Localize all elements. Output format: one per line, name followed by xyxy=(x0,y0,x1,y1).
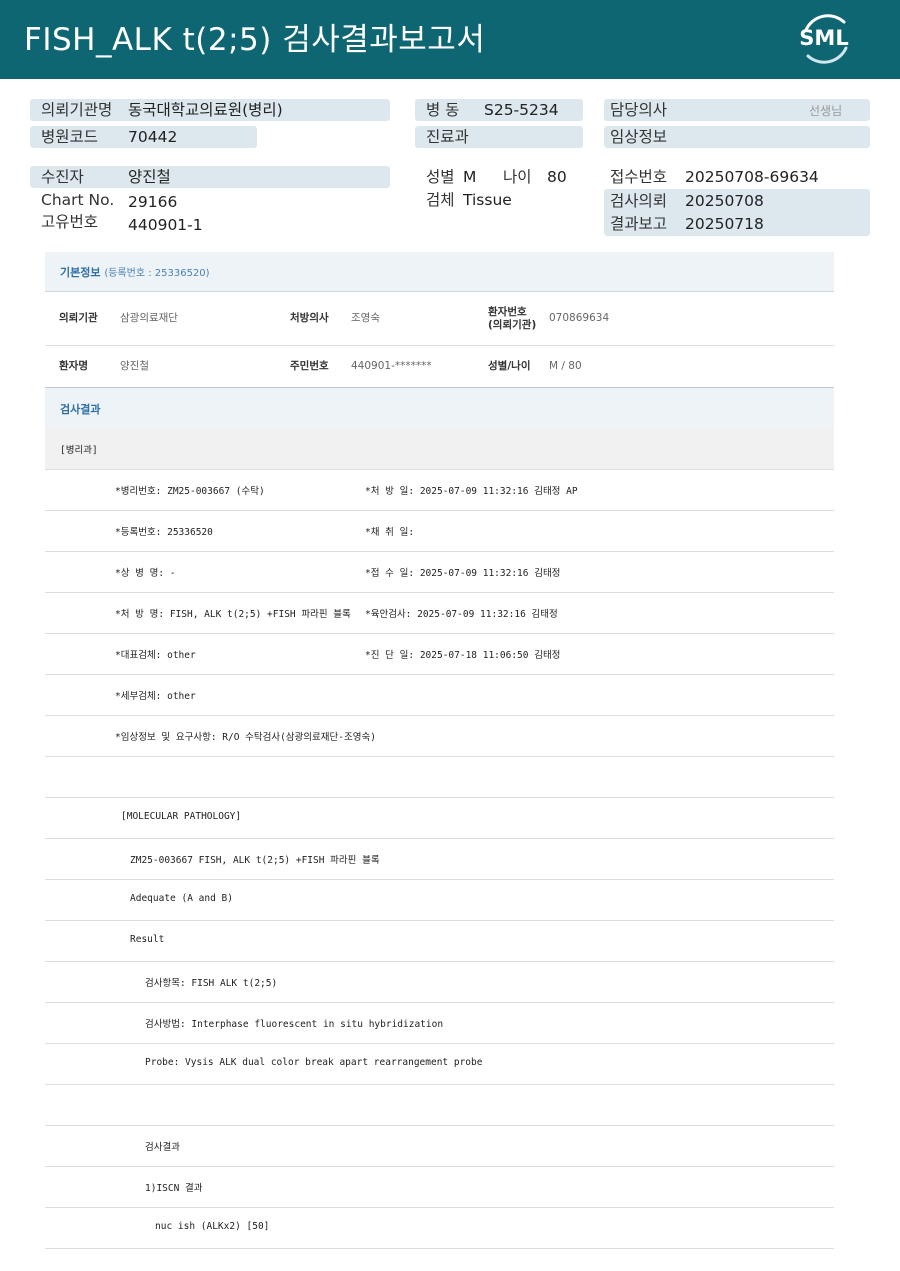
report-date-value: 20250718 xyxy=(685,215,764,233)
basic-info-row-2: 환자명 양진철 주민번호 440901-******* 성별/나이 M / 80 xyxy=(45,346,834,386)
result-row: *등록번호: 25336520 *채 취 일: xyxy=(45,510,834,552)
patient-pill xyxy=(30,166,390,188)
department-label: 진료과 xyxy=(426,128,469,146)
result-row: Probe: Vysis ALK dual color break apart … xyxy=(45,1043,834,1085)
result-row: 검사방법: Interphase fluorescent in situ hyb… xyxy=(45,1002,834,1044)
basic-value: 양진철 xyxy=(120,360,149,372)
institution-value: 동국대학교의료원(병리) xyxy=(128,101,283,119)
result-row: *대표검체: other *진 단 일: 2025-07-18 11:06:50 … xyxy=(45,633,834,675)
result-text: [병리과] xyxy=(60,445,98,456)
basic-value: 삼광의료재단 xyxy=(120,312,178,324)
basic-value: M / 80 xyxy=(549,360,582,372)
ward-label: 병 동 xyxy=(426,101,460,119)
basic-key: 환자번호 xyxy=(488,306,527,318)
result-row: Adequate (A and B) xyxy=(45,879,834,921)
result-text: *등록번호: 25336520 xyxy=(115,527,213,538)
result-row: [병리과] xyxy=(45,428,834,470)
result-row: *병리번호: ZM25-003667 (수탁) *처 방 일: 2025-07-0… xyxy=(45,469,834,511)
report-panel: 기본정보 (등록번호 : 25336520) 의뢰기관 삼광의료재단 처방의사 … xyxy=(45,252,834,1252)
patient-value: 양진철 xyxy=(128,168,171,186)
result-text: *대표검체: other xyxy=(115,650,196,661)
basic-key: 의뢰기관 xyxy=(59,312,98,324)
hospital-code-value: 70442 xyxy=(128,128,178,146)
result-text: 검사방법: Interphase fluorescent in situ hyb… xyxy=(145,1019,444,1030)
basic-key: 처방의사 xyxy=(290,312,329,324)
age-value: 80 xyxy=(547,168,567,186)
specimen-label: 검체 xyxy=(426,191,455,209)
institution-label: 의뢰기관명 xyxy=(41,101,113,119)
hospital-code-label: 병원코드 xyxy=(41,128,99,146)
report-header: FISH_ALK t(2;5) 검사결과보고서 SML xyxy=(0,0,900,79)
receipt-no-label: 접수번호 xyxy=(610,168,668,186)
basic-key: 환자명 xyxy=(59,360,88,372)
result-text: Probe: Vysis ALK dual color break apart … xyxy=(145,1057,483,1068)
result-title: 검사결과 xyxy=(60,403,101,416)
specimen-value: Tissue xyxy=(463,191,512,209)
result-row xyxy=(45,1084,834,1126)
request-date-value: 20250708 xyxy=(685,192,764,210)
request-date-label: 검사의뢰 xyxy=(610,192,668,210)
result-text: *처 방 명: FISH, ALK t(2;5) +FISH 파라핀 블록 xyxy=(115,609,351,620)
basic-key-sub: (의뢰기관) xyxy=(488,319,537,331)
basic-key: 성별/나이 xyxy=(488,360,531,372)
chart-no-value: 29166 xyxy=(128,193,178,211)
basic-value: 조영숙 xyxy=(351,312,380,324)
result-text: *병리번호: ZM25-003667 (수탁) xyxy=(115,486,265,497)
result-row xyxy=(45,756,834,798)
result-row: *임상정보 및 요구사항: R/O 수탁검사(삼광의료재단-조영숙) xyxy=(45,715,834,757)
result-text: ZM25-003667 FISH, ALK t(2;5) +FISH 파라핀 블… xyxy=(130,855,380,866)
result-text: 1)ISCN 결과 xyxy=(145,1183,203,1194)
result-row: [MOLECULAR PATHOLOGY] xyxy=(45,797,834,839)
basic-info-row-1: 의뢰기관 삼광의료재단 처방의사 조영숙 환자번호 (의뢰기관) 0708696… xyxy=(45,292,834,346)
result-text-right: *육안검사: 2025-07-09 11:32:16 김태정 xyxy=(365,609,558,620)
result-row: nuc ish (ALKx2) [50] xyxy=(45,1207,834,1249)
logo-text: SML xyxy=(799,26,849,50)
basic-key: 주민번호 xyxy=(290,360,329,372)
result-row: *세부검체: other xyxy=(45,674,834,716)
result-text: Adequate (A and B) xyxy=(130,893,233,904)
result-row: 1)ISCN 결과 xyxy=(45,1166,834,1208)
result-row: ZM25-003667 FISH, ALK t(2;5) +FISH 파라핀 블… xyxy=(45,838,834,880)
result-text: nuc ish (ALKx2) [50] xyxy=(155,1221,270,1232)
basic-value: 440901-******* xyxy=(351,360,432,372)
result-text-right: *처 방 일: 2025-07-09 11:32:16 김태정 AP xyxy=(365,486,578,497)
result-row: *처 방 명: FISH, ALK t(2;5) +FISH 파라핀 블록 *육안… xyxy=(45,592,834,634)
result-text: *임상정보 및 요구사항: R/O 수탁검사(삼광의료재단-조영숙) xyxy=(115,732,376,743)
result-text: *세부검체: other xyxy=(115,691,196,702)
result-text: *상 병 명: - xyxy=(115,568,176,579)
sex-label: 성별 xyxy=(426,168,455,186)
patient-label: 수진자 xyxy=(41,168,84,186)
result-text: 검사항목: FISH ALK t(2;5) xyxy=(145,978,278,989)
sex-value: M xyxy=(463,168,477,186)
unique-no-value: 440901-1 xyxy=(128,216,203,234)
receipt-no-value: 20250708-69634 xyxy=(685,168,819,186)
doctor-label: 담당의사 xyxy=(610,101,668,119)
basic-value: 070869634 xyxy=(549,312,610,324)
doctor-suffix: 선생님 xyxy=(809,104,843,118)
result-text-right: *접 수 일: 2025-07-09 11:32:16 김태정 xyxy=(365,568,561,579)
result-text: Result xyxy=(130,934,165,945)
result-row: *상 병 명: - *접 수 일: 2025-07-09 11:32:16 김태정 xyxy=(45,551,834,593)
result-header: 검사결과 xyxy=(45,387,834,429)
chart-no-label: Chart No. xyxy=(41,191,115,209)
clinical-info-label: 임상정보 xyxy=(610,128,668,146)
age-label: 나이 xyxy=(503,168,532,186)
basic-info-header: 기본정보 (등록번호 : 25336520) xyxy=(45,252,834,292)
result-text: 검사결과 xyxy=(145,1142,180,1153)
report-date-label: 결과보고 xyxy=(610,215,668,233)
unique-no-label: 고유번호 xyxy=(41,213,99,231)
basic-info-title: 기본정보 xyxy=(60,266,101,279)
report-title: FISH_ALK t(2;5) 검사결과보고서 xyxy=(24,22,486,58)
ward-value: S25-5234 xyxy=(484,101,559,119)
result-text-right: *진 단 일: 2025-07-18 11:06:50 김태정 xyxy=(365,650,561,661)
result-text: [MOLECULAR PATHOLOGY] xyxy=(121,811,242,822)
basic-info-reg: (등록번호 : 25336520) xyxy=(104,268,210,279)
result-row: Result xyxy=(45,920,834,962)
result-row: 검사결과 xyxy=(45,1125,834,1167)
sml-logo: SML xyxy=(796,10,858,68)
result-row: 검사항목: FISH ALK t(2;5) xyxy=(45,961,834,1003)
result-text-right: *채 취 일: xyxy=(365,527,415,538)
